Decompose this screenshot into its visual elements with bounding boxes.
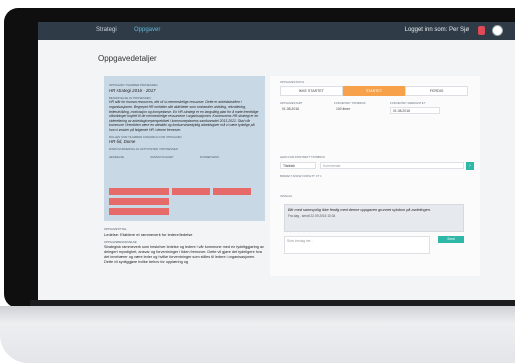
risk-event-row[interactable]	[109, 208, 169, 215]
process-info-panel: Oppgaven tilhører prosessen HR strategi …	[104, 76, 265, 221]
comment-item: Blir med sannsynlig ikke ferdig med denn…	[284, 204, 464, 232]
expected-done-date-input[interactable]: 01.08.2016	[390, 107, 440, 114]
send-button[interactable]: Send	[438, 236, 464, 243]
process-value: HR strategi 2016 - 2017	[109, 87, 156, 93]
start-value: 01.08.2016	[282, 107, 299, 111]
expected-time-label: Forventet tidsbruk	[334, 101, 366, 105]
col-sannsynlighet: Sannsynlighet	[150, 155, 174, 160]
app-screen: Strategi Oppgaver Logget inn som: Per Sj…	[38, 22, 515, 300]
expected-time-value: 100 timer	[336, 107, 351, 111]
new-comment-textarea[interactable]: Skriv innslag her...	[284, 236, 430, 254]
task-info: Oppgavetittel Ledelse: Etablere et ramme…	[104, 225, 264, 265]
description-text: HR står for human resources, det vil si …	[109, 100, 259, 133]
col-konsekvens: Konsekvens	[199, 155, 219, 160]
expected-done-label: Forventet ferdigstilt	[390, 101, 426, 105]
time-tracking-label: Ledd for fristrett tidsbruk	[280, 155, 326, 159]
nav-tab-strategi[interactable]: Strategi	[96, 27, 117, 33]
comment-input[interactable]: Kommentar	[320, 162, 464, 169]
add-time-button[interactable]: ›	[466, 162, 474, 170]
risk-event-row[interactable]	[109, 198, 169, 205]
notification-icon[interactable]	[478, 26, 485, 35]
risk-probability-cell[interactable]	[172, 188, 210, 195]
time-type-select[interactable]: Tilsiktek	[280, 162, 316, 169]
status-tabs: IKKE STARTET STARTET FERDIG	[280, 86, 469, 96]
task-status-panel: Oppgavestatus IKKE STARTET STARTET FERDI…	[270, 76, 480, 276]
status-tab-done[interactable]: FERDIG	[405, 86, 469, 96]
task-description: Strategisk rammeverk som beskriver ledel…	[104, 244, 264, 265]
comments-label: Innslag	[280, 194, 293, 198]
status-tab-not-started[interactable]: IKKE STARTET	[280, 86, 343, 96]
task-title: Ledelse: Etablere et rammeverk for leder…	[104, 231, 193, 237]
page-title: Oppgavedetaljer	[98, 54, 157, 63]
comment-text: Blir med sannsynlig ikke ferdig med denn…	[288, 208, 431, 212]
risk-event-row[interactable]	[109, 188, 169, 195]
time-note: Bidraft-Snow forsltt: FT 1	[280, 174, 322, 178]
start-label: Oppgavestart	[280, 101, 303, 105]
status-label: Oppgavestatus	[280, 80, 305, 84]
avatar[interactable]	[492, 25, 503, 36]
nav-tab-oppgaver[interactable]: Oppgaver	[134, 27, 160, 33]
responsible-value: HR-lid, Dome	[109, 139, 136, 145]
comment-meta: Fra dag - sendt 22.09.2016 10:34	[288, 214, 336, 218]
device-base	[0, 306, 515, 363]
col-hendelse: Hendelse	[109, 155, 125, 160]
top-navigation: Strategi Oppgaver Logget inn som: Per Sj…	[38, 22, 515, 40]
risk-matrix-label: Risikovurdering av aktiviteter i prosess…	[109, 147, 178, 152]
status-tab-started[interactable]: STARTET	[342, 86, 406, 96]
logged-in-user[interactable]: Logget inn som: Per Sjø	[405, 27, 469, 33]
risk-consequence-cell[interactable]	[213, 188, 251, 195]
